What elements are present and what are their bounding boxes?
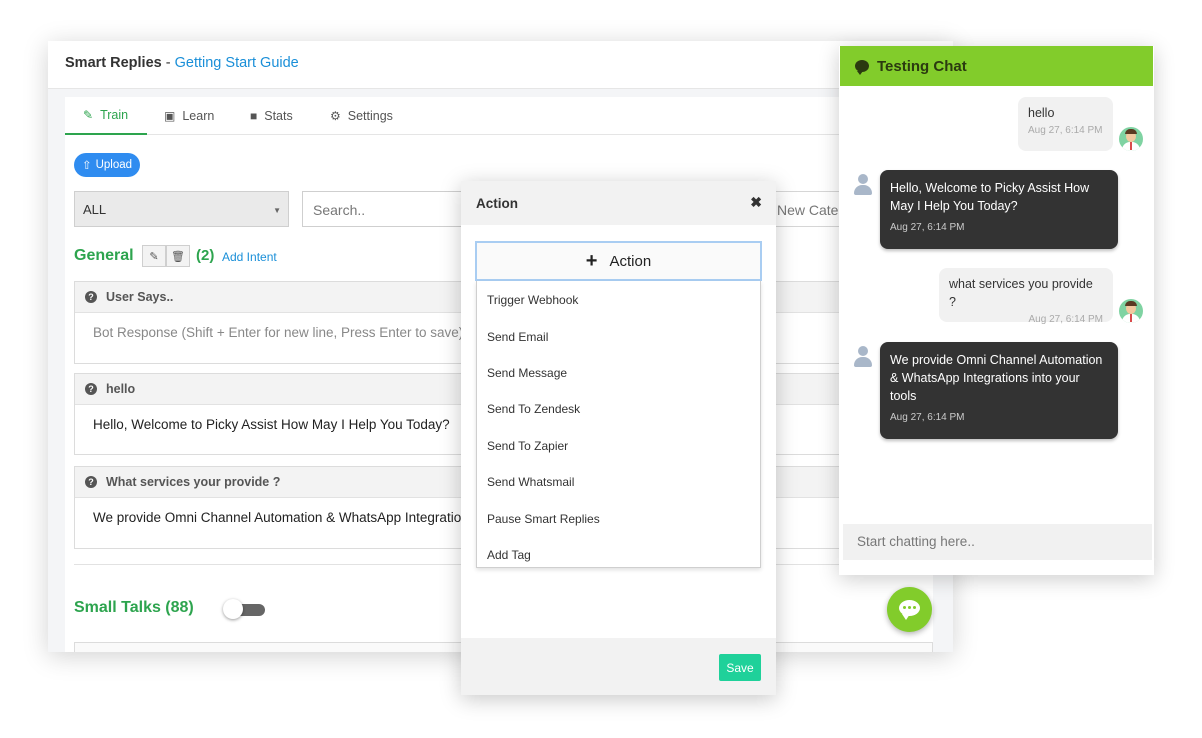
edit-category-button[interactable]: ✎ bbox=[142, 245, 166, 267]
small-talks-title: Small Talks (88) bbox=[74, 599, 194, 616]
chat-message-bot: Hello, Welcome to Picky Assist How May I… bbox=[880, 170, 1118, 249]
typing-dots bbox=[903, 606, 917, 610]
user-avatar bbox=[1119, 127, 1143, 151]
tab-train[interactable]: ✎ Train bbox=[65, 97, 147, 135]
panel-header: Smart Replies - Getting Start Guide bbox=[48, 41, 953, 89]
search-input-placeholder: Search.. bbox=[313, 202, 366, 218]
chat-bubble-icon bbox=[855, 60, 869, 75]
action-item-pause-smart-replies[interactable]: Pause Smart Replies bbox=[487, 512, 600, 526]
tab-bar: ✎ Train ▣ Learn ■ Stats ⚙ Settings bbox=[65, 97, 933, 135]
plus-icon: + bbox=[585, 250, 598, 272]
action-item-trigger-webhook[interactable]: Trigger Webhook bbox=[487, 293, 578, 307]
tab-learn[interactable]: ▣ Learn bbox=[164, 97, 214, 135]
action-dropdown: Trigger Webhook Send Email Send Message … bbox=[476, 281, 761, 568]
getting-started-guide-link[interactable]: Getting Start Guide bbox=[175, 55, 299, 71]
upload-icon: ⇧ bbox=[81, 160, 92, 172]
action-modal: Action ✖ + Action Trigger Webhook Send E… bbox=[461, 181, 776, 695]
intent-question-text: User Says.. bbox=[106, 290, 174, 304]
bot-avatar bbox=[853, 346, 873, 368]
upload-button-label: Upload bbox=[95, 159, 133, 171]
chat-input[interactable]: Start chatting here.. bbox=[843, 524, 1152, 560]
message-time: Aug 27, 6:14 PM bbox=[1028, 314, 1104, 325]
message-text: hello bbox=[1028, 106, 1055, 120]
chat-title: Testing Chat bbox=[877, 58, 967, 75]
message-text: We provide Omni Channel Automation & Wha… bbox=[890, 353, 1103, 403]
add-intent-link[interactable]: Add Intent bbox=[222, 250, 277, 264]
chat-message-user: hello Aug 27, 6:14 PM bbox=[1018, 97, 1113, 151]
gear-icon: ⚙ bbox=[330, 109, 341, 123]
category-select-value: ALL bbox=[83, 202, 107, 217]
tab-settings[interactable]: ⚙ Settings bbox=[330, 97, 393, 135]
chat-input-placeholder: Start chatting here.. bbox=[857, 534, 975, 549]
modal-header: Action ✖ bbox=[461, 181, 776, 225]
chat-message-user: what services you provide ? Aug 27, 6:14… bbox=[939, 268, 1113, 325]
message-time: Aug 27, 6:14 PM bbox=[1028, 125, 1103, 136]
page-title: Smart Replies - Getting Start Guide bbox=[65, 55, 299, 71]
general-intent-count: (2) bbox=[196, 247, 215, 264]
modal-title: Action bbox=[476, 196, 518, 211]
bot-response-text: Hello, Welcome to Picky Assist How May I… bbox=[93, 417, 450, 432]
bot-avatar bbox=[853, 174, 873, 196]
category-select[interactable]: ALL ▼ bbox=[74, 191, 289, 227]
caret-down-icon: ▼ bbox=[273, 206, 281, 215]
general-section-title: General bbox=[74, 247, 134, 264]
question-icon: ? bbox=[85, 291, 97, 303]
message-time: Aug 27, 6:14 PM bbox=[890, 222, 965, 233]
action-item-send-message[interactable]: Send Message bbox=[487, 366, 567, 380]
chat-header: Testing Chat bbox=[840, 46, 1153, 86]
edit-icon: ✎ bbox=[149, 250, 159, 263]
add-action-button[interactable]: + Action bbox=[475, 241, 762, 281]
tab-stats-label: Stats bbox=[264, 109, 293, 123]
action-item-send-to-zendesk[interactable]: Send To Zendesk bbox=[487, 402, 580, 416]
search-input[interactable]: Search.. bbox=[302, 191, 482, 227]
toggle-knob bbox=[223, 599, 243, 619]
action-item-send-email[interactable]: Send Email bbox=[487, 330, 548, 344]
question-icon: ? bbox=[85, 383, 97, 395]
user-avatar bbox=[1119, 299, 1143, 323]
chat-launcher-button[interactable] bbox=[887, 587, 932, 632]
bot-response-placeholder: Bot Response (Shift + Enter for new line… bbox=[93, 325, 464, 340]
message-text: what services you provide ? bbox=[949, 277, 1093, 309]
tab-stats[interactable]: ■ Stats bbox=[250, 97, 293, 135]
close-icon[interactable]: ✖ bbox=[750, 194, 762, 211]
delete-category-button[interactable]: 🗑 bbox=[166, 245, 190, 267]
add-action-label: Action bbox=[609, 252, 652, 270]
tab-train-label: Train bbox=[100, 108, 129, 122]
action-item-add-tag[interactable]: Add Tag bbox=[487, 548, 531, 562]
question-icon: ? bbox=[85, 476, 97, 488]
action-item-send-to-zapier[interactable]: Send To Zapier bbox=[487, 439, 568, 453]
testing-chat-panel: Testing Chat hello Aug 27, 6:14 PM Hello… bbox=[839, 46, 1154, 575]
trash-icon: 🗑 bbox=[171, 250, 185, 263]
page-title-text: Smart Replies bbox=[65, 55, 162, 71]
edit-icon: ✎ bbox=[83, 108, 94, 122]
save-button[interactable]: Save bbox=[719, 654, 761, 681]
tab-learn-label: Learn bbox=[182, 109, 215, 123]
upload-button[interactable]: ⇧ Upload bbox=[74, 153, 140, 177]
tab-settings-label: Settings bbox=[347, 109, 393, 123]
action-item-send-whatsmail[interactable]: Send Whatsmail bbox=[487, 475, 574, 489]
small-talks-toggle[interactable] bbox=[223, 599, 265, 619]
intent-question-text: hello bbox=[106, 382, 136, 396]
message-time: Aug 27, 6:14 PM bbox=[890, 412, 965, 423]
video-icon: ■ bbox=[250, 109, 258, 123]
intent-question-text: What services your provide ? bbox=[106, 475, 281, 489]
image-icon: ▣ bbox=[164, 109, 176, 123]
title-separator: - bbox=[165, 55, 171, 71]
chat-message-bot: We provide Omni Channel Automation & Wha… bbox=[880, 342, 1118, 439]
message-text: Hello, Welcome to Picky Assist How May I… bbox=[890, 181, 1090, 213]
